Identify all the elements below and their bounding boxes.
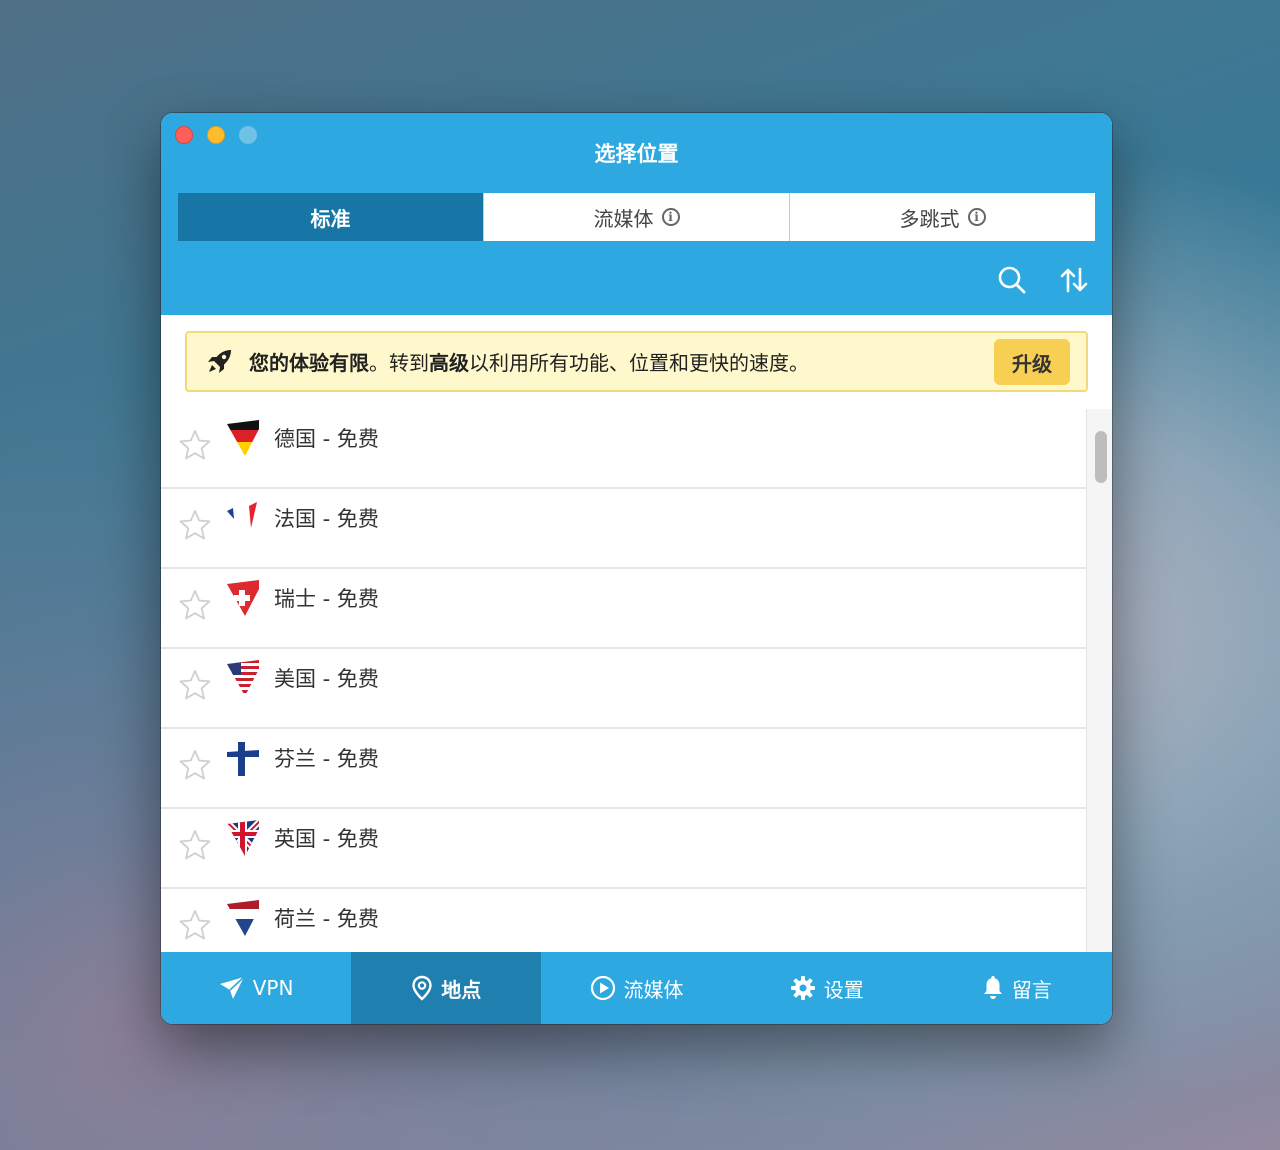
banner-text-segment: 。转到 [369, 351, 429, 375]
france-flag [227, 502, 257, 528]
tab-label: 流媒体 [593, 206, 654, 231]
tab-standard[interactable]: 标准 [178, 193, 483, 241]
list-item[interactable]: 美国 - 免费 [161, 649, 1086, 729]
info-icon[interactable]: i [661, 208, 680, 226]
location-label: 美国 - 免费 [274, 667, 379, 691]
search-button[interactable] [995, 263, 1029, 297]
usa-flag [227, 660, 259, 696]
nav-vpn[interactable]: VPN [161, 952, 351, 1024]
location-label: 瑞士 - 免费 [274, 587, 379, 611]
location-label: 荷兰 - 免费 [274, 907, 379, 931]
favorite-star-icon[interactable] [179, 429, 211, 461]
header: 选择位置 标准 流媒体 i 多跳式 i [161, 113, 1112, 315]
window-title: 选择位置 [594, 142, 679, 166]
sort-icon [1060, 267, 1088, 293]
favorite-star-icon[interactable] [179, 509, 211, 541]
location-pin-icon [412, 975, 432, 1001]
nav-label: VPN [252, 976, 294, 1000]
nav-messages[interactable]: 留言 [922, 952, 1112, 1024]
nav-settings[interactable]: 设置 [732, 952, 922, 1024]
sort-button[interactable] [1057, 263, 1091, 297]
tab-label: 多跳式 [899, 206, 960, 231]
banner-text-segment: 以利用所有功能、位置和更快的速度。 [469, 351, 809, 375]
tab-multihop[interactable]: 多跳式 i [789, 193, 1095, 241]
nav-streaming[interactable]: 流媒体 [541, 952, 731, 1024]
location-list: 德国 - 免费 法国 - 免费 瑞士 - 免费 美国 - 免费 芬兰 - 免费 … [161, 409, 1086, 952]
tab-label: 标准 [310, 206, 351, 231]
bottom-navigation: VPN 地点 流媒体 设置 留言 [161, 952, 1112, 1024]
banner-premium-link: 高级 [429, 351, 469, 375]
list-item[interactable]: 法国 - 免费 [161, 489, 1086, 569]
rocket-icon [203, 346, 235, 378]
nav-label: 流媒体 [623, 977, 684, 1002]
list-item[interactable]: 荷兰 - 免费 [161, 889, 1086, 952]
uk-flag [227, 820, 259, 856]
list-item[interactable]: 瑞士 - 免费 [161, 569, 1086, 649]
location-label: 英国 - 免费 [274, 827, 379, 851]
banner-emphasis: 您的体验有限 [249, 351, 369, 375]
tab-streaming[interactable]: 流媒体 i [483, 193, 789, 241]
list-item[interactable]: 德国 - 免费 [161, 409, 1086, 489]
list-item[interactable]: 芬兰 - 免费 [161, 729, 1086, 809]
favorite-star-icon[interactable] [179, 829, 211, 861]
nav-locations[interactable]: 地点 [351, 952, 542, 1024]
play-icon [590, 975, 615, 1001]
vpn-icon [219, 976, 245, 999]
search-icon [998, 266, 1026, 294]
nav-label: 地点 [441, 977, 482, 1002]
location-type-tabs: 标准 流媒体 i 多跳式 i [178, 193, 1095, 241]
germany-flag [227, 420, 259, 456]
bell-icon [983, 975, 1002, 999]
netherlands-flag [227, 900, 259, 936]
location-label: 德国 - 免费 [274, 427, 379, 451]
nav-label: 留言 [1011, 977, 1052, 1002]
favorite-star-icon[interactable] [179, 749, 211, 781]
switzerland-flag [227, 580, 259, 616]
favorite-star-icon[interactable] [179, 909, 211, 941]
nav-label: 设置 [823, 977, 864, 1002]
scrollbar-thumb[interactable] [1095, 431, 1107, 483]
location-label: 法国 - 免费 [274, 507, 379, 531]
location-label: 芬兰 - 免费 [274, 747, 379, 771]
app-window: 选择位置 标准 流媒体 i 多跳式 i 您的体验有限。转到高级以利用所有功能、位… [161, 113, 1112, 1024]
upgrade-button[interactable]: 升级 [994, 339, 1070, 385]
list-item[interactable]: 英国 - 免费 [161, 809, 1086, 889]
info-icon[interactable]: i [967, 208, 986, 226]
list-scrollbar[interactable] [1086, 409, 1112, 952]
gear-icon [790, 976, 815, 1000]
finland-flag [227, 742, 259, 776]
upgrade-banner: 您的体验有限。转到高级以利用所有功能、位置和更快的速度。 升级 [185, 331, 1088, 392]
banner-message: 您的体验有限。转到高级以利用所有功能、位置和更快的速度。 [249, 347, 809, 376]
favorite-star-icon[interactable] [179, 589, 211, 621]
favorite-star-icon[interactable] [179, 669, 211, 701]
